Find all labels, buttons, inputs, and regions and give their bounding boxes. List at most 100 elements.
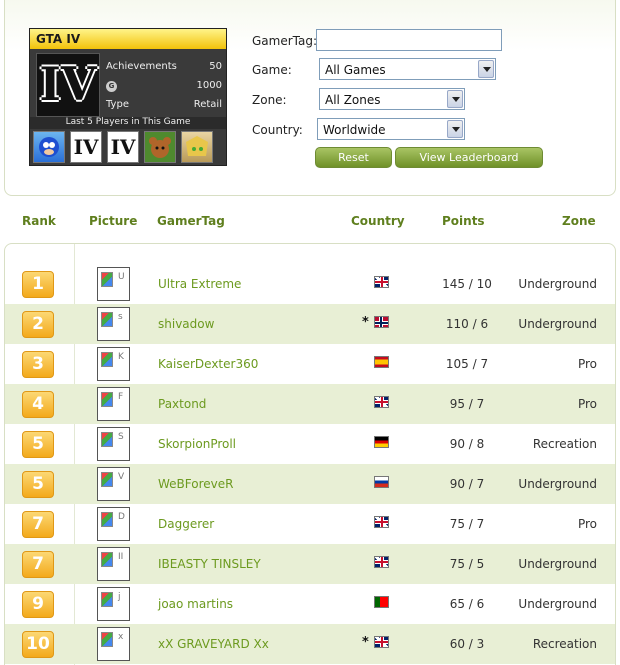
player-avatar-iv[interactable]: IV [107,131,139,163]
gamer-picture-alt: U [118,272,125,282]
chevron-down-icon[interactable] [447,120,463,138]
points-value: 105 / 7 [445,357,489,371]
gamertag-link[interactable]: Daggerer [158,517,214,531]
gamertag-link[interactable]: Paxtond [158,397,206,411]
gamer-picture-alt: D [118,512,125,522]
rank-badge: 9 [22,591,54,618]
country-label: Country: [252,123,303,137]
game-logo-text: IV [39,57,97,111]
gamertag-link[interactable]: xX GRAVEYARD Xx [158,637,269,651]
game-label: Game: [252,63,292,77]
gamertag-link[interactable]: SkorpionProll [158,437,236,451]
flag-no-icon [374,316,389,328]
points-value: 75 / 7 [449,517,485,531]
thumb-iv-text: IV [73,135,99,159]
gamertag-link[interactable]: Ultra Extreme [158,277,241,291]
flag-uk-icon [374,556,389,568]
gamer-picture[interactable]: V [97,467,130,501]
gamer-picture-alt: x [118,632,124,642]
chevron-down-icon[interactable] [478,60,494,78]
gamer-picture-alt: j [118,592,121,602]
table-row: 2 s shivadow * 110 / 6 Underground [5,304,615,344]
rank-badge: 3 [22,351,54,378]
country-select-value: Worldwide [323,123,386,137]
broken-image-icon [101,472,113,487]
last-players-label: Last 5 Players in This Game [30,117,226,129]
points-value: 90 / 8 [449,437,485,451]
gamer-picture[interactable]: D [97,507,130,541]
achievements-stat: Achievements 50 [106,59,222,77]
gamer-picture[interactable]: F [97,387,130,421]
gamer-picture-alt: F [118,392,124,402]
rank-badge: 7 [22,511,54,538]
column-header-picture: Picture [89,214,138,228]
zone-value: Recreation [532,437,597,451]
broken-image-icon [101,432,113,447]
gamer-picture-alt: s [118,312,123,322]
gamer-picture[interactable]: S [97,427,130,461]
zone-value: Recreation [532,637,597,651]
points-value: 65 / 6 [449,597,485,611]
rank-badge: 10 [22,631,54,658]
gamertag-link[interactable]: joao martins [158,597,233,611]
reset-button[interactable]: Reset [315,147,392,168]
zone-value: Underground [518,597,597,611]
game-title: GTA IV [30,29,226,49]
gamer-picture[interactable]: j [97,587,130,621]
player-avatar-sonic[interactable] [33,131,65,163]
gamer-picture[interactable]: s [97,307,130,341]
achievements-label: Achievements [106,61,177,72]
achievements-value: 50 [209,61,222,72]
rank-badge: 4 [22,391,54,418]
gamer-picture[interactable]: K [97,347,130,381]
gamer-picture-alt: S [118,432,124,442]
flag-pt-icon [374,596,389,608]
table-row: 1 U Ultra Extreme 145 / 10 Underground [5,264,615,304]
player-avatar-bear[interactable] [144,131,176,163]
type-stat: Type Retail [106,97,222,115]
table-row: 5 V WeBForeveR 90 / 7 Underground [5,464,615,504]
flag-de-icon [374,436,389,448]
table-row: 5 S SkorpionProll 90 / 8 Recreation [5,424,615,464]
gamer-picture[interactable]: U [97,267,130,301]
game-select[interactable]: All Games [319,58,496,80]
player-avatar-iv[interactable]: IV [70,131,102,163]
gamer-picture[interactable]: x [97,627,130,661]
points-value: 60 / 3 [449,637,485,651]
rank-badge: 1 [22,271,54,298]
flag-uk-icon [374,276,389,288]
points-value: 75 / 5 [449,557,485,571]
chevron-down-icon[interactable] [447,90,463,108]
gamertag-link[interactable]: IBEASTY TINSLEY [158,557,261,571]
broken-image-icon [101,312,113,327]
flag-uk-icon [374,396,389,408]
gamertag-link[interactable]: WeBForeveR [158,477,233,491]
broken-image-icon [101,512,113,527]
flag-ru-icon [374,476,389,488]
gamertag-link[interactable]: shivadow [158,317,214,331]
gamer-picture[interactable]: II [97,547,130,581]
type-value: Retail [193,99,222,110]
broken-image-icon [101,592,113,607]
zone-value: Pro [577,357,597,371]
last-players-thumbnails: IV IV [33,131,225,163]
zone-select[interactable]: All Zones [319,88,465,110]
gamerscore-icon: G [106,81,117,92]
broken-image-icon [101,632,113,647]
column-header-gamertag: GamerTag [157,214,225,228]
flag-uk-icon [374,516,389,528]
zone-value: Pro [577,517,597,531]
gamertag-link[interactable]: KaiserDexter360 [158,357,258,371]
view-leaderboard-button[interactable]: View Leaderboard [395,147,543,168]
points-value: 110 / 6 [445,317,489,331]
gamerscore-value: 1000 [196,80,222,91]
zone-value: Underground [518,277,597,291]
table-row: 7 II IBEASTY TINSLEY 75 / 5 Underground [5,544,615,584]
country-select[interactable]: Worldwide [317,118,465,140]
player-avatar-anime[interactable] [181,131,213,163]
table-row: 3 K KaiserDexter360 105 / 7 Pro [5,344,615,384]
column-header-rank: Rank [22,214,56,228]
points-value: 90 / 7 [449,477,485,491]
gamertag-input[interactable] [316,29,502,51]
rank-badge: 2 [22,311,54,338]
